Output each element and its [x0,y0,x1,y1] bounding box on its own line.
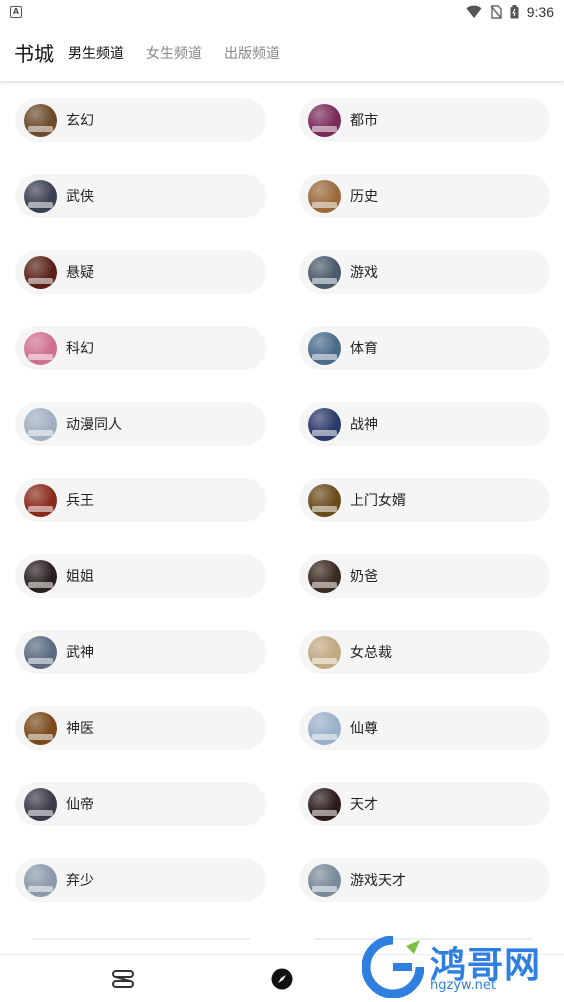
category-cover-image [308,559,341,593]
category-cover-image [308,179,341,213]
category-item[interactable]: 武神 [15,630,266,674]
category-item[interactable]: 神医 [15,706,266,750]
category-item[interactable]: 姐姐 [15,554,266,598]
category-grid: 玄幻 都市 武侠 历史 悬疑 游戏 科幻 体育 动漫同人 战神 兵王 上门女婿 姐姐 奶爸 武神 女总裁 神医仙… [15,98,550,902]
compass-icon [271,968,293,990]
category-label: 兵王 [66,493,94,509]
category-item[interactable]: 弃少 [15,858,266,902]
category-label: 历史 [350,189,378,205]
category-item[interactable]: 女总裁 [299,630,550,674]
category-cover-image [308,711,341,745]
category-cover-image [308,863,341,897]
category-item[interactable]: 动漫同人 [15,402,266,446]
category-item[interactable]: 奶爸 [299,554,550,598]
category-label: 仙帝 [66,797,94,813]
category-cover-image [308,255,341,289]
category-label: 女总裁 [350,645,392,661]
category-label: 体育 [350,341,378,357]
category-label: 仙尊 [350,721,378,737]
category-label: 都市 [350,113,378,129]
category-cover-image [24,635,57,669]
category-cover-image [24,559,57,593]
bookshelf-icon [112,970,134,988]
category-cover-image [24,179,57,213]
battery-icon [510,5,519,19]
category-item[interactable]: 上门女婿 [299,478,550,522]
category-item[interactable]: 悬疑 [15,250,266,294]
nav-bookshelf[interactable] [111,967,135,991]
category-cover-image [308,483,341,517]
watermark-url: hgzyw.net [430,978,496,993]
category-label: 弃少 [66,873,94,889]
category-label: 悬疑 [66,265,94,281]
category-item[interactable]: 体育 [299,326,550,370]
page-title: 书城 [14,42,54,66]
category-cover-image [308,331,341,365]
nav-discover[interactable] [270,967,294,991]
header: 书城 男生频道 女生频道 出版频道 [0,24,564,82]
notification-icon: A [10,6,22,18]
category-item[interactable]: 天才 [299,782,550,826]
category-cover-image [308,407,341,441]
wifi-icon [466,5,482,18]
category-cover-image [308,635,341,669]
category-label: 动漫同人 [66,417,122,433]
status-bar: A 9:36 [0,0,564,24]
category-label: 战神 [350,417,378,433]
category-label: 玄幻 [66,113,94,129]
no-sim-icon [490,5,502,19]
category-cover-image [24,863,57,897]
category-cover-image [24,483,57,517]
category-item[interactable]: 仙尊 [299,706,550,750]
category-label: 科幻 [66,341,94,357]
category-label: 游戏天才 [350,873,406,889]
category-label: 武侠 [66,189,94,205]
category-item[interactable]: 兵王 [15,478,266,522]
category-cover-image [308,103,341,137]
category-cover-image [24,103,57,137]
category-cover-image [24,331,57,365]
tab-publish-channel[interactable]: 出版频道 [224,43,280,63]
category-cover-image [24,787,57,821]
category-item[interactable]: 战神 [299,402,550,446]
category-cover-image [24,407,57,441]
category-label: 姐姐 [66,569,94,585]
category-label: 奶爸 [350,569,378,585]
tab-male-channel[interactable]: 男生频道 [68,43,124,63]
category-label: 上门女婿 [350,493,406,509]
category-cover-image [24,255,57,289]
category-item[interactable]: 武侠 [15,174,266,218]
tab-female-channel[interactable]: 女生频道 [146,43,202,63]
category-label: 武神 [66,645,94,661]
category-item[interactable]: 游戏天才 [299,858,550,902]
partial-row-left [32,938,250,940]
watermark: 鸿哥网 hgzyw.net [362,934,558,1000]
watermark-logo-icon [362,936,424,998]
category-item[interactable]: 游戏 [299,250,550,294]
category-item[interactable]: 玄幻 [15,98,266,142]
category-label: 天才 [350,797,378,813]
category-item[interactable]: 历史 [299,174,550,218]
category-label: 神医 [66,721,94,737]
category-item[interactable]: 都市 [299,98,550,142]
category-item[interactable]: 仙帝 [15,782,266,826]
category-label: 游戏 [350,265,378,281]
category-cover-image [308,787,341,821]
status-time: 9:36 [526,4,554,20]
category-item[interactable]: 科幻 [15,326,266,370]
category-cover-image [24,711,57,745]
